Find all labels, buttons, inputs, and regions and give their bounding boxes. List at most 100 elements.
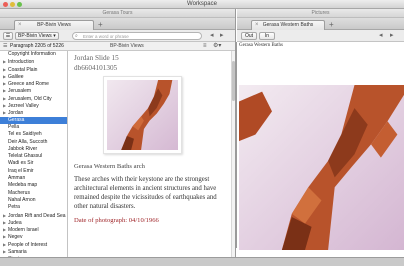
toc-item-label: Petra (8, 204, 20, 211)
toc-item-label: Introduction (8, 59, 35, 66)
slide-heading: Jordan Slide 15 db6604101305 (74, 53, 119, 73)
toc-item-label: Modern Israel (8, 227, 39, 234)
forward-arrow-icon[interactable]: ▸ (390, 31, 394, 39)
zoom-out-button[interactable]: Out (241, 32, 257, 40)
toc-item-label: Negev (8, 234, 23, 241)
toc-item-label: Gerasa (8, 116, 25, 123)
slide-photo[interactable] (103, 76, 182, 154)
traffic-lights (3, 2, 22, 7)
toc-item-label: Tel es Saidiyeh (8, 131, 42, 138)
toc-item-label: Samaria (8, 249, 27, 256)
tab-label: Gerasa Western Baths (262, 22, 314, 28)
resource-toolbar: ☰ BP-Bivin Views ▾ ⌕ Enter a word or phr… (0, 30, 235, 42)
paragraph-location: Paragraph 2205 of 5226 (10, 43, 64, 49)
close-tab-icon[interactable]: × (18, 21, 22, 30)
toc-item[interactable]: Iraq el Emir (0, 168, 67, 175)
toc-item-label: Jezreel Valley (8, 103, 39, 110)
toc-item[interactable]: ▶ Jerusalem (0, 87, 67, 94)
picture-label: Gerasa Western Baths (239, 43, 283, 48)
slide-id: db6604101305 (74, 64, 118, 72)
toc-item[interactable]: ▶ Greece and Rome (0, 80, 67, 87)
toc-item-label: Galilee (8, 73, 24, 80)
toc-item[interactable]: Wadi es Sir (0, 160, 67, 167)
tab-gerasa-western-baths[interactable]: × Gerasa Western Baths (251, 20, 325, 30)
toc-item[interactable]: ▶ Jezreel Valley (0, 102, 67, 109)
toc-item[interactable]: Medeba map (0, 182, 67, 189)
previous-page-icon[interactable]: ≡ (203, 42, 207, 51)
pictures-tab-row: × Gerasa Western Baths + (237, 18, 404, 30)
toc-item[interactable]: Tel es Saidiyeh (0, 131, 67, 138)
photo-description: These arches with their keystone are the… (74, 176, 217, 210)
search-icon: ⌕ (75, 33, 78, 39)
toc-item[interactable]: Deir Alla, Succoth (0, 139, 67, 146)
toc-item[interactable]: ▶ Negev (0, 233, 67, 240)
toc-item[interactable]: ▶ Introduction (0, 58, 67, 65)
toc-item[interactable]: Pella (0, 124, 67, 131)
toc-item-label: Greece and Rome (8, 81, 49, 88)
toc-item[interactable]: Telelat Ghassul (0, 153, 67, 160)
toc-item-label: Wadi es Sir (8, 160, 34, 167)
back-arrow-icon[interactable]: ◂ (210, 31, 214, 39)
toc-item[interactable]: ▶ Jordan Rift and Dead Sea (0, 212, 67, 219)
toc-item[interactable]: ▶ Jordan (0, 109, 67, 116)
search-input[interactable]: ⌕ Enter a word or phrase (72, 32, 202, 40)
workspace-window: Workspace Gerasa Tours × BP-Bivin Views … (0, 0, 404, 266)
book-selector-button[interactable]: BP-Bivin Views ▾ (15, 32, 59, 40)
zoom-in-button[interactable]: In (259, 32, 275, 40)
toc-item[interactable]: ▶ Coastal Plain (0, 66, 67, 73)
zoom-window-icon[interactable] (17, 2, 22, 7)
toc-item-label: Telelat Ghassul (8, 153, 43, 160)
settings-gear-icon[interactable]: ⚙▾ (213, 42, 221, 51)
close-tab-icon[interactable]: × (255, 21, 259, 30)
toc-item[interactable]: Jabbok River (0, 146, 67, 153)
toc-item-label: Jordan (8, 110, 24, 117)
forward-arrow-icon[interactable]: ▸ (220, 31, 224, 39)
toc-item-label: Jordan Rift and Dead Sea (8, 212, 66, 219)
new-tab-icon[interactable]: + (98, 20, 103, 29)
tab-bp-bivin-views[interactable]: × BP-Bivin Views (14, 20, 94, 30)
workspace-bottom-bar (0, 257, 404, 266)
content-scrollbar[interactable] (231, 51, 235, 257)
book-content: Jordan Slide 15 db6604101305 Gerasa West… (69, 51, 232, 257)
arch-photo-large[interactable] (239, 85, 404, 250)
photo-caption: Gerasa Western Baths arch (74, 163, 145, 170)
toc-item[interactable]: ▶ Samaria (0, 248, 67, 255)
toc-item[interactable]: ▶ Judea (0, 219, 67, 226)
book-title: BP-Bivin Views (110, 43, 144, 49)
tab-label: BP-Bivin Views (37, 22, 71, 28)
toc-item-label: Jerusalem (8, 88, 32, 95)
minimize-window-icon[interactable] (10, 2, 15, 7)
pictures-panel-title: Pictures (311, 10, 330, 16)
library-icon[interactable]: ☰ (3, 32, 13, 40)
toc-item-label: Jerusalem, Old City (8, 95, 52, 102)
toc-item[interactable]: Nahal Arnon (0, 197, 67, 204)
toc-item-label: Medeba map (8, 182, 38, 189)
scrollbar-thumb[interactable] (232, 61, 235, 101)
toc-item-label: Judea (8, 219, 22, 226)
toc-item[interactable]: Gerasa (0, 116, 67, 124)
toc-item-label: Nahal Arnon (8, 196, 36, 203)
toc-item-label: Jabbok River (8, 145, 38, 152)
toc-item-label: Amman (8, 175, 26, 182)
toc-item[interactable]: ▶ Jerusalem, Old City (0, 95, 67, 102)
toc-item[interactable]: ▶ People of Interest (0, 241, 67, 248)
toc-item-label: Macherus (8, 189, 30, 196)
toc-item[interactable]: Amman (0, 175, 67, 182)
toc-item[interactable]: Macherus (0, 190, 67, 197)
pictures-panel-titlebar: Pictures (237, 9, 404, 18)
toc-item-label: People of Interest (8, 241, 48, 248)
new-tab-icon[interactable]: + (329, 20, 334, 29)
back-arrow-icon[interactable]: ◂ (379, 31, 383, 39)
toc-item-label: Pella (8, 123, 20, 130)
zoom-in-label: In (264, 33, 270, 39)
toc-item[interactable]: ▶ Modern Israel (0, 226, 67, 233)
toc-item[interactable]: Copyright Information (0, 51, 67, 58)
pictures-toolbar: Out In ◂ ▸ (237, 30, 404, 42)
toc-icon[interactable]: ☰ (3, 42, 7, 51)
close-window-icon[interactable] (3, 2, 8, 7)
photo-date: Date of photograph: 04/10/1966 (74, 217, 159, 224)
toc-item[interactable]: ▶ Galilee (0, 73, 67, 80)
window-title: Workspace (187, 1, 217, 7)
toc-item[interactable]: Petra (0, 204, 67, 211)
resource-panel: Gerasa Tours × BP-Bivin Views + ☰ BP-Biv… (0, 9, 236, 266)
